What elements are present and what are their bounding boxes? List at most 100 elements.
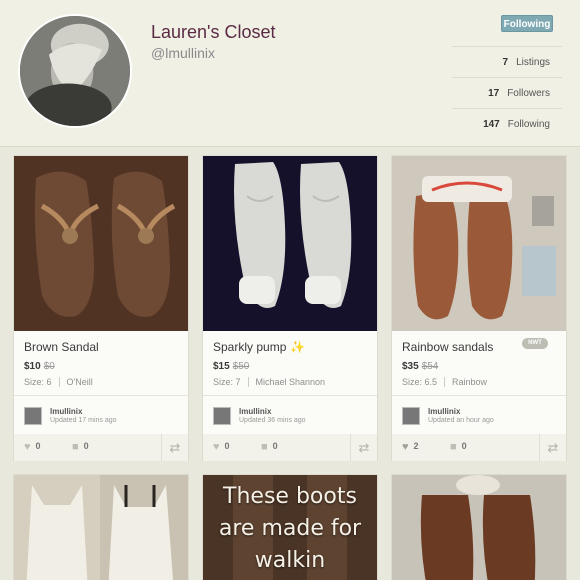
updated-time: Updated 36 mins ago	[239, 417, 306, 424]
comment-button[interactable]: ■ 0	[450, 441, 467, 453]
updated-time: Updated 17 mins ago	[50, 417, 117, 424]
comment-icon: ■	[72, 441, 79, 453]
stat-count: 7	[502, 57, 509, 68]
comment-count: 0	[83, 441, 89, 451]
original-price: $0	[43, 361, 55, 372]
listing-photo[interactable]	[14, 156, 188, 331]
original-price: $54	[421, 361, 439, 372]
seller-name[interactable]: lmullinix	[239, 407, 271, 416]
listing-card[interactable]: Rainbow sandals NWT $35 $54 Size: 6.5 Rain…	[391, 155, 567, 461]
updated-time: Updated an hour ago	[428, 417, 494, 424]
card-actions: ♥ 0 ■ 0 ⇄	[203, 434, 377, 461]
like-button[interactable]: ♥ 0	[213, 441, 230, 453]
comment-icon: ■	[450, 441, 457, 453]
seller-name[interactable]: lmullinix	[428, 407, 460, 416]
profile-avatar[interactable]	[18, 14, 132, 128]
listing-brand: O'Neill	[66, 377, 93, 387]
following-button[interactable]: Following	[501, 15, 553, 32]
heart-icon: ♥	[24, 441, 31, 453]
sparkle-icon: ✨	[290, 340, 306, 354]
card-actions: ♥ 0 ■ 0 ⇄	[14, 434, 188, 461]
comment-button[interactable]: ■ 0	[261, 441, 278, 453]
boots-line: are made for	[218, 516, 362, 541]
listing-size: Size: 6	[24, 377, 52, 387]
share-icon[interactable]: ⇄	[350, 434, 377, 461]
stat-label: Followers	[507, 88, 550, 99]
seller-avatar[interactable]	[213, 407, 231, 425]
listing-price: $15 $50	[213, 361, 249, 372]
listing-photo[interactable]	[203, 156, 377, 331]
price-value: $35	[402, 361, 419, 372]
stat-count: 17	[488, 88, 500, 99]
profile-stats: 7 Listings 17 Followers 147 Following	[452, 46, 562, 139]
listing-card[interactable]: These boots are made for walkin	[202, 474, 378, 580]
comment-count: 0	[461, 441, 467, 451]
like-button[interactable]: ♥ 0	[24, 441, 41, 453]
seller-avatar[interactable]	[402, 407, 420, 425]
seller-avatar[interactable]	[24, 407, 42, 425]
like-count: 0	[224, 441, 230, 451]
like-count: 2	[413, 441, 419, 451]
heart-icon: ♥	[213, 441, 220, 453]
stat-label: Following	[507, 119, 550, 130]
card-divider	[203, 395, 377, 396]
meta-divider	[58, 377, 60, 387]
listing-brand: Rainbow	[452, 377, 488, 387]
white-dress-image	[14, 475, 188, 580]
meta-divider	[247, 377, 249, 387]
listing-photo[interactable]	[392, 156, 566, 331]
comment-count: 0	[272, 441, 278, 451]
listing-card[interactable]: Sparkly pump ✨ $15 $50 Size: 7 Michael Shan…	[202, 155, 378, 461]
listing-brand: Michael Shannon	[255, 377, 326, 387]
original-price: $50	[232, 361, 250, 372]
brown-sandal-image	[14, 156, 188, 331]
listing-meta: Size: 6.5 Rainbow	[402, 377, 487, 387]
flip-flops-image	[392, 475, 566, 580]
listing-price: $35 $54	[402, 361, 438, 372]
listing-photo[interactable]	[392, 475, 566, 580]
like-count: 0	[35, 441, 41, 451]
stat-following[interactable]: 147 Following	[452, 108, 562, 139]
listing-title[interactable]: Rainbow sandals	[402, 340, 493, 354]
share-icon[interactable]: ⇄	[539, 434, 566, 461]
listing-card[interactable]: Brown Sandal $10 $0 Size: 6 O'Neill lmulli…	[13, 155, 189, 461]
price-value: $15	[213, 361, 230, 372]
listing-size: Size: 6.5	[402, 377, 438, 387]
listing-size: Size: 7	[213, 377, 241, 387]
card-actions: ♥ 2 ■ 0 ⇄	[392, 434, 566, 461]
listing-meta: Size: 6 O'Neill	[24, 377, 93, 387]
username: @lmullinix	[151, 45, 215, 61]
listing-title[interactable]: Sparkly pump ✨	[213, 340, 305, 354]
closet-title: Lauren's Closet	[151, 22, 276, 42]
listing-title[interactable]: Brown Sandal	[24, 340, 99, 354]
listing-title-text: Sparkly pump	[213, 340, 287, 354]
price-value: $10	[24, 361, 41, 372]
card-divider	[392, 395, 566, 396]
boots-line: These boots	[223, 484, 357, 509]
sparkly-pump-image	[203, 156, 377, 331]
comment-button[interactable]: ■ 0	[72, 441, 89, 453]
rainbow-sandals-image	[392, 156, 566, 331]
boots-line: walkin	[254, 548, 326, 573]
share-icon[interactable]: ⇄	[161, 434, 188, 461]
listing-card[interactable]	[391, 474, 567, 580]
nwt-badge: NWT	[522, 338, 548, 349]
seller-name[interactable]: lmullinix	[50, 407, 82, 416]
like-button[interactable]: ♥ 2	[402, 441, 419, 453]
meta-divider	[444, 377, 446, 387]
stat-label: Listings	[516, 57, 550, 68]
stat-listings[interactable]: 7 Listings	[452, 46, 562, 77]
profile-photo	[20, 16, 130, 126]
stat-followers[interactable]: 17 Followers	[452, 77, 562, 108]
boots-caption: These boots are made for walkin	[203, 481, 377, 577]
profile-header: Lauren's Closet @lmullinix Following 7 Li…	[0, 0, 580, 147]
stat-count: 147	[483, 119, 500, 130]
listing-photo[interactable]: These boots are made for walkin	[203, 475, 377, 580]
listing-card[interactable]	[13, 474, 189, 580]
listing-photo[interactable]	[14, 475, 188, 580]
comment-icon: ■	[261, 441, 268, 453]
listing-meta: Size: 7 Michael Shannon	[213, 377, 325, 387]
heart-icon: ♥	[402, 441, 409, 453]
card-divider	[14, 395, 188, 396]
listing-price: $10 $0	[24, 361, 55, 372]
